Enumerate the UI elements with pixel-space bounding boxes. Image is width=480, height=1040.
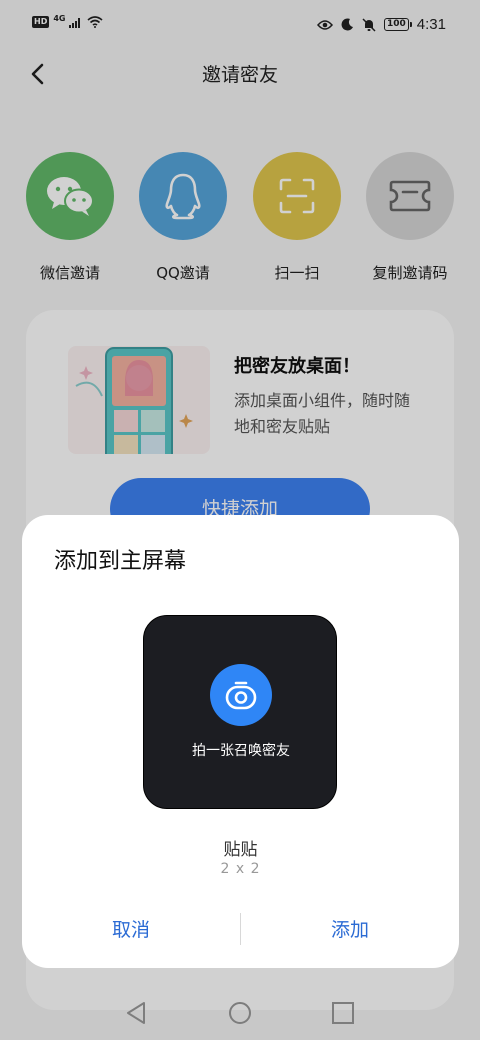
widget-caption: 拍一张召唤密友 <box>192 743 290 759</box>
cancel-button[interactable]: 取消 <box>22 910 240 950</box>
dialog-title: 添加到主屏幕 <box>54 549 187 574</box>
camera-icon <box>210 664 272 726</box>
add-button[interactable]: 添加 <box>241 910 459 950</box>
widget-name: 贴贴 <box>223 840 258 860</box>
add-to-home-dialog: 添加到主屏幕 拍一张召唤密友 贴贴 2 x 2 取消 添加 <box>22 515 459 968</box>
widget-preview: 拍一张召唤密友 <box>143 615 337 809</box>
widget-size: 2 x 2 <box>220 861 261 877</box>
